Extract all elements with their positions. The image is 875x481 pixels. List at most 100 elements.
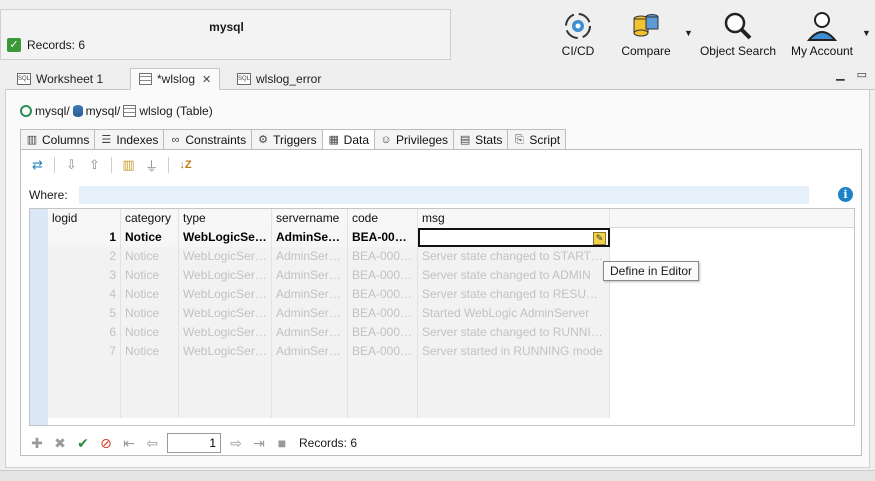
sort-icon[interactable]: ↓Z: [177, 157, 194, 174]
cell-logid[interactable]: 1: [48, 228, 121, 247]
previous-page-icon[interactable]: ⇦: [144, 435, 160, 451]
cell-servername[interactable]: AdminServer: [272, 304, 348, 323]
column-header-code[interactable]: code: [348, 209, 418, 228]
first-page-icon[interactable]: ⇤: [121, 435, 137, 451]
column-header-servername[interactable]: servername: [272, 209, 348, 228]
column-header-logid[interactable]: logid: [48, 209, 121, 228]
pencil-icon[interactable]: ✎: [593, 232, 606, 245]
cell-code[interactable]: BEA-000365: [348, 247, 418, 266]
table-row[interactable]: 1 Notice WebLogicServer AdminServer BEA-…: [48, 228, 854, 247]
minimize-icon[interactable]: ▁: [836, 68, 844, 81]
cell-servername[interactable]: AdminServer: [272, 266, 348, 285]
cell-type[interactable]: WebLogicServer: [179, 247, 272, 266]
cell-msg[interactable]: Server state changed to RESUMING: [418, 285, 610, 304]
cell-category[interactable]: Notice: [121, 342, 179, 361]
info-icon[interactable]: i: [838, 187, 853, 202]
cell-category[interactable]: Notice: [121, 323, 179, 342]
stop-icon[interactable]: ■: [274, 435, 290, 451]
tab-columns[interactable]: ▥ Columns: [20, 129, 95, 150]
cell-logid[interactable]: 6: [48, 323, 121, 342]
column-header-msg[interactable]: msg: [418, 209, 610, 228]
import-icon[interactable]: ⇩: [63, 157, 80, 174]
cell-type[interactable]: WebLogicServer: [179, 228, 272, 247]
table-row[interactable]: 3 Notice WebLogicServer AdminServer BEA-…: [48, 266, 854, 285]
tab-triggers[interactable]: ⚙ Triggers: [251, 129, 322, 150]
tab-data[interactable]: ▦ Data: [321, 129, 375, 150]
sql-worksheet-icon: SQL: [17, 73, 31, 85]
cell-code[interactable]: BEA-000365: [348, 228, 418, 247]
cell-code[interactable]: BEA-000365: [348, 285, 418, 304]
cell-servername[interactable]: AdminServer: [272, 228, 348, 247]
column-header-type[interactable]: type: [179, 209, 272, 228]
cell-type[interactable]: WebLogicServer: [179, 285, 272, 304]
filter-icon[interactable]: ⏚: [143, 157, 160, 174]
tab-privileges[interactable]: ☺ Privileges: [374, 129, 454, 150]
data-toolbar: ⇄ ⇩ ⇧ ▥ ⏚ ↓Z: [29, 155, 194, 175]
cicd-button[interactable]: CI/CD: [555, 10, 601, 62]
cancel-changes-icon[interactable]: ⊘: [98, 435, 114, 451]
table-row[interactable]: 7 Notice WebLogicServer AdminServer BEA-…: [48, 342, 854, 361]
cell-msg[interactable]: Server started in RUNNING mode: [418, 342, 610, 361]
define-in-editor-tooltip: Define in Editor: [603, 261, 700, 281]
cell-logid[interactable]: 7: [48, 342, 121, 361]
compare-button[interactable]: Compare: [617, 10, 675, 62]
cell-category[interactable]: Notice: [121, 266, 179, 285]
filter-columns-icon[interactable]: ▥: [120, 157, 137, 174]
cell-code[interactable]: BEA-000361: [348, 304, 418, 323]
cell-logid[interactable]: 4: [48, 285, 121, 304]
cell-msg[interactable]: Server state changed to STARTING: [418, 247, 610, 266]
cell-msg-editing[interactable]: ✎: [418, 228, 610, 247]
cell-msg[interactable]: Started WebLogic AdminServer: [418, 304, 610, 323]
cell-logid[interactable]: 5: [48, 304, 121, 323]
apply-changes-icon[interactable]: ✔: [75, 435, 91, 451]
account-dropdown-arrow-icon[interactable]: ▼: [862, 28, 871, 38]
close-tab-icon[interactable]: ✕: [202, 73, 211, 86]
cell-category[interactable]: Notice: [121, 304, 179, 323]
delete-row-icon[interactable]: ✖: [52, 435, 68, 451]
cell-type[interactable]: WebLogicServer: [179, 266, 272, 285]
cell-servername[interactable]: AdminServer: [272, 247, 348, 266]
export-icon[interactable]: ⇧: [86, 157, 103, 174]
tab-constraints[interactable]: ∞ Constraints: [163, 129, 252, 150]
cell-servername[interactable]: AdminServer: [272, 342, 348, 361]
where-input[interactable]: [79, 186, 809, 204]
table-row[interactable]: 6 Notice WebLogicServer AdminServer BEA-…: [48, 323, 854, 342]
my-account-button[interactable]: My Account: [787, 10, 857, 62]
breadcrumb-connection[interactable]: mysql/: [35, 104, 70, 118]
table-row[interactable]: 5 Notice WebLogicServer AdminServer BEA-…: [48, 304, 854, 323]
cell-logid[interactable]: 2: [48, 247, 121, 266]
tab-wlslog-error[interactable]: SQL wlslog_error: [229, 68, 329, 90]
cell-type[interactable]: WebLogicServer: [179, 304, 272, 323]
tab-stats[interactable]: ▤ Stats: [453, 129, 508, 150]
tab-script[interactable]: ⎘ Script: [507, 129, 567, 150]
compare-dropdown-arrow-icon[interactable]: ▼: [684, 28, 693, 38]
column-header-category[interactable]: category: [121, 209, 179, 228]
refresh-icon[interactable]: ⇄: [29, 157, 46, 174]
table-row[interactable]: 2 Notice WebLogicServer AdminServer BEA-…: [48, 247, 854, 266]
object-search-button[interactable]: Object Search: [698, 10, 778, 62]
last-page-icon[interactable]: ⇥: [251, 435, 267, 451]
page-number-input[interactable]: [167, 433, 221, 453]
tab-wlslog[interactable]: *wlslog ✕: [130, 68, 221, 90]
cell-type[interactable]: WebLogicServer: [179, 342, 272, 361]
cell-code[interactable]: BEA-000365: [348, 323, 418, 342]
cell-code[interactable]: BEA-000365: [348, 266, 418, 285]
table-row[interactable]: 4 Notice WebLogicServer AdminServer BEA-…: [48, 285, 854, 304]
cell-category[interactable]: Notice: [121, 228, 179, 247]
script-icon: ⎘: [515, 133, 524, 146]
breadcrumb-database[interactable]: mysql/: [86, 104, 121, 118]
tab-indexes[interactable]: ☰ Indexes: [94, 129, 164, 150]
cell-code[interactable]: BEA-000360: [348, 342, 418, 361]
tab-worksheet-1[interactable]: SQL Worksheet 1: [9, 68, 111, 90]
cell-msg[interactable]: Server state changed to RUNNING: [418, 323, 610, 342]
cell-servername[interactable]: AdminServer: [272, 323, 348, 342]
cell-category[interactable]: Notice: [121, 247, 179, 266]
add-row-icon[interactable]: ✚: [29, 435, 45, 451]
next-page-icon[interactable]: ⇨: [228, 435, 244, 451]
cell-logid[interactable]: 3: [48, 266, 121, 285]
maximize-icon[interactable]: ▭: [857, 68, 867, 81]
cell-type[interactable]: WebLogicServer: [179, 323, 272, 342]
cell-servername[interactable]: AdminServer: [272, 285, 348, 304]
cell-category[interactable]: Notice: [121, 285, 179, 304]
cell-msg[interactable]: Server state changed to ADMIN: [418, 266, 610, 285]
